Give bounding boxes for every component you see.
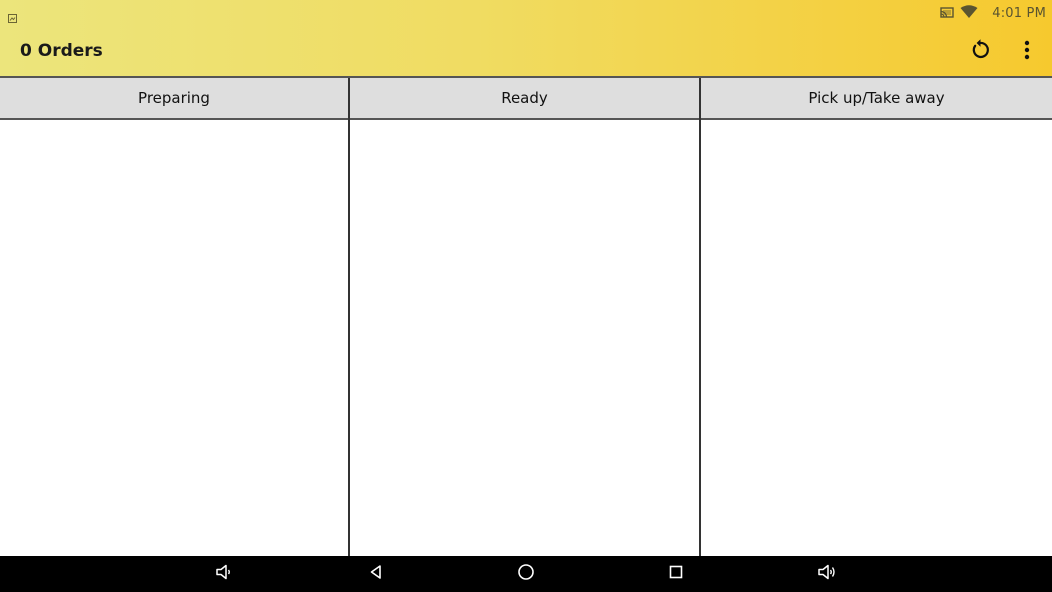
column-ready: Ready <box>350 78 701 556</box>
column-preparing: Preparing <box>0 78 350 556</box>
column-body-ready <box>350 120 699 556</box>
notification-icon <box>8 8 17 23</box>
more-vert-icon <box>1024 40 1030 64</box>
wifi-icon <box>960 4 978 23</box>
cast-icon <box>940 4 954 23</box>
more-options-button[interactable] <box>1016 38 1038 66</box>
back-button[interactable] <box>364 562 388 586</box>
volume-down-button[interactable] <box>212 562 236 586</box>
screen: 4:01 PM 0 Orders Preparing Ready Pick up… <box>0 0 1052 592</box>
column-body-pickup <box>701 120 1052 556</box>
app-bar: 4:01 PM 0 Orders <box>0 0 1052 76</box>
column-body-preparing <box>0 120 348 556</box>
column-header-ready[interactable]: Ready <box>350 78 699 120</box>
status-time: 4:01 PM <box>992 5 1046 21</box>
refresh-button[interactable] <box>966 38 994 66</box>
recents-icon <box>668 564 684 584</box>
order-board: Preparing Ready Pick up/Take away <box>0 76 1052 556</box>
column-header-preparing[interactable]: Preparing <box>0 78 348 120</box>
volume-up-icon <box>817 563 837 585</box>
status-icons: 4:01 PM <box>940 4 1046 22</box>
status-bar: 4:01 PM <box>0 0 1052 26</box>
volume-up-button[interactable] <box>815 562 839 586</box>
column-header-pickup[interactable]: Pick up/Take away <box>701 78 1052 120</box>
page-title: 0 Orders <box>20 41 103 61</box>
navigation-bar <box>0 556 1052 592</box>
refresh-icon <box>968 38 992 66</box>
recents-button[interactable] <box>664 562 688 586</box>
home-icon <box>517 563 535 585</box>
column-pickup: Pick up/Take away <box>701 78 1052 556</box>
home-button[interactable] <box>514 562 538 586</box>
back-icon <box>368 564 384 584</box>
volume-down-icon <box>215 563 233 585</box>
